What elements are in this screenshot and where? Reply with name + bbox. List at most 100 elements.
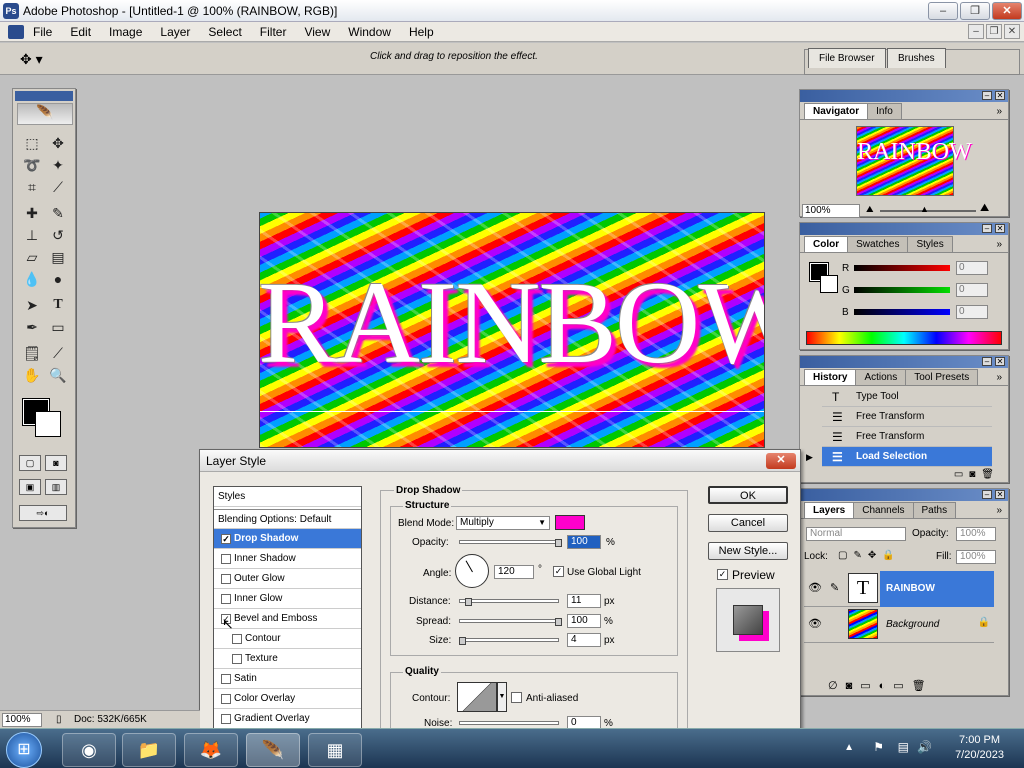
opacity-slider-handle[interactable]	[555, 539, 562, 547]
anti-aliased-checkbox[interactable]	[511, 692, 522, 703]
g-slider[interactable]	[854, 287, 950, 293]
firefox-taskbar-icon[interactable]: 🦊	[184, 733, 238, 767]
blur-tool-icon[interactable]: 💧	[21, 269, 43, 289]
zoom-out-icon[interactable]: ⛰	[866, 204, 874, 215]
style-item-inner-shadow[interactable]: Inner Shadow	[214, 549, 361, 569]
menu-help[interactable]: Help	[400, 25, 443, 39]
background-color-swatch[interactable]	[35, 411, 61, 437]
document-icon[interactable]	[8, 24, 24, 39]
tab-history[interactable]: History	[804, 369, 857, 385]
spread-input[interactable]: 100	[567, 614, 601, 628]
distance-slider[interactable]	[459, 599, 559, 603]
angle-input[interactable]: 120	[494, 565, 534, 579]
clone-stamp-icon[interactable]: ⊥	[21, 225, 43, 245]
layer-fill-field[interactable]: 100%	[956, 550, 996, 564]
panel-minimize-icon[interactable]: –	[982, 91, 992, 100]
style-item-contour[interactable]: Contour	[214, 629, 361, 649]
gradient-tool-icon[interactable]: ▤	[47, 247, 69, 267]
menu-image[interactable]: Image	[100, 25, 151, 39]
panel-menu-icon[interactable]: »	[996, 237, 1002, 252]
panel-close-icon[interactable]: ✕	[995, 490, 1005, 499]
layers-footer-icons[interactable]: ∅◙▭◐▭🗑	[828, 679, 934, 692]
history-item-selected[interactable]: ☰ Load Selection	[822, 447, 992, 467]
doc-minimize-button[interactable]: –	[968, 24, 984, 39]
noise-slider[interactable]	[459, 721, 559, 725]
style-item-outer-glow[interactable]: Outer Glow	[214, 569, 361, 589]
tab-tool-presets[interactable]: Tool Presets	[905, 369, 979, 385]
shape-tool-icon[interactable]: ▭	[47, 317, 69, 337]
eye-icon[interactable]: 👁	[808, 581, 822, 594]
toolbox-titlebar[interactable]	[15, 91, 73, 101]
move-tool-icon[interactable]: ✥ ▾	[20, 51, 43, 68]
size-slider[interactable]	[459, 638, 559, 642]
photoshop-taskbar-icon[interactable]: 🪶	[246, 733, 300, 767]
feather-logo-icon[interactable]: 🪶	[17, 103, 73, 125]
color-bg-swatch[interactable]	[820, 275, 838, 293]
panel-menu-icon[interactable]: »	[996, 104, 1002, 119]
tray-flag-icon[interactable]: ⚑	[873, 740, 884, 754]
tray-volume-icon[interactable]: 🔊	[917, 740, 932, 754]
lock-icons[interactable]: ▢✎✥🔒	[838, 550, 901, 561]
tab-navigator[interactable]: Navigator	[804, 103, 869, 119]
lasso-tool-icon[interactable]: ➰	[21, 155, 43, 175]
tray-arrow-icon[interactable]: ▲	[844, 742, 854, 753]
path-selection-icon[interactable]: ➤	[21, 295, 43, 315]
spread-slider-handle[interactable]	[555, 618, 562, 626]
maximize-button[interactable]: ❐	[960, 2, 990, 20]
history-item[interactable]: ☰ Free Transform	[822, 407, 992, 427]
doc-close-button[interactable]: ✕	[1004, 24, 1020, 39]
move-tool-icon[interactable]: ✥	[47, 133, 69, 153]
panel-close-icon[interactable]: ✕	[995, 224, 1005, 233]
marquee-tool-icon[interactable]: ⬚	[21, 133, 43, 153]
history-brush-icon[interactable]: ↺	[47, 225, 69, 245]
distance-slider-handle[interactable]	[465, 598, 472, 606]
screen-mode-standard-icon[interactable]: ▣	[19, 479, 41, 495]
panel-menu-icon[interactable]: »	[996, 370, 1002, 385]
zoom-slider-handle[interactable]: ▲	[920, 204, 929, 214]
menu-view[interactable]: View	[295, 25, 339, 39]
minimize-button[interactable]: –	[928, 2, 958, 20]
opacity-slider[interactable]	[459, 540, 559, 544]
doc-restore-button[interactable]: ❐	[986, 24, 1002, 39]
size-input[interactable]: 4	[567, 633, 601, 647]
style-item-color-overlay[interactable]: Color Overlay	[214, 689, 361, 709]
navigator-zoom-field[interactable]: 100%	[802, 204, 860, 218]
explorer-taskbar-icon[interactable]: 📁	[122, 733, 176, 767]
navigator-thumbnail[interactable]: RAINBOW	[856, 126, 972, 196]
jump-to-imageready-icon[interactable]: ⇨◐	[19, 505, 67, 521]
history-item[interactable]: ☰ Free Transform	[822, 427, 992, 447]
clock[interactable]: 7:00 PM 7/20/2023	[955, 733, 1004, 763]
b-value-field[interactable]: 0	[956, 305, 988, 319]
use-global-light-checkbox[interactable]: ✓	[553, 566, 564, 577]
angle-dial[interactable]	[455, 554, 489, 588]
history-item[interactable]: T Type Tool	[822, 387, 992, 407]
tab-file-browser[interactable]: File Browser	[808, 48, 886, 68]
layer-row-background[interactable]: 👁 Background 🔒	[804, 607, 994, 643]
styles-header[interactable]: Styles	[214, 487, 361, 507]
type-tool-icon[interactable]: T	[47, 295, 69, 315]
quick-mask-icon[interactable]: ◙	[45, 455, 67, 471]
contour-picker[interactable]	[457, 682, 497, 712]
g-value-field[interactable]: 0	[956, 283, 988, 297]
tab-color[interactable]: Color	[804, 236, 849, 252]
menu-layer[interactable]: Layer	[151, 25, 199, 39]
panel-close-icon[interactable]: ✕	[995, 357, 1005, 366]
close-button[interactable]: ✕	[992, 2, 1022, 20]
blending-options-item[interactable]: Blending Options: Default	[214, 509, 361, 529]
tab-brushes[interactable]: Brushes	[887, 48, 946, 68]
tab-channels[interactable]: Channels	[853, 502, 914, 518]
spread-slider[interactable]	[459, 619, 559, 623]
style-item-bevel-emboss[interactable]: ✓ Bevel and Emboss	[214, 609, 361, 629]
eye-icon[interactable]: 👁	[808, 617, 822, 630]
start-button[interactable]: ⊞	[6, 732, 42, 768]
tab-layers[interactable]: Layers	[804, 502, 855, 518]
r-slider[interactable]	[854, 265, 950, 271]
slice-tool-icon[interactable]: ⟋	[47, 177, 69, 197]
blend-mode-select[interactable]: Multiply ▼	[456, 516, 550, 530]
menu-filter[interactable]: Filter	[251, 25, 296, 39]
b-slider[interactable]	[854, 309, 950, 315]
zoom-in-icon[interactable]: ⛰	[980, 202, 989, 215]
panel-close-icon[interactable]: ✕	[995, 91, 1005, 100]
opacity-input[interactable]: 100	[567, 535, 601, 549]
menu-edit[interactable]: Edit	[61, 25, 100, 39]
